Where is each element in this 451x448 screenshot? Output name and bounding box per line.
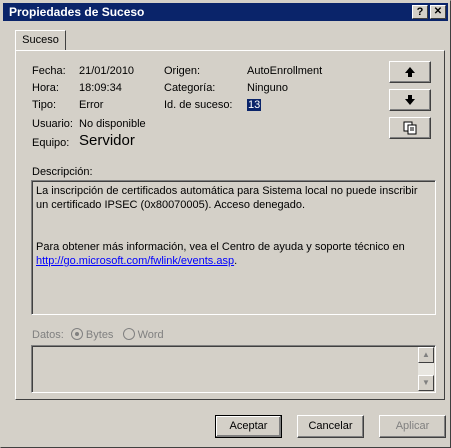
hora-value: 18:09:34 (79, 82, 122, 94)
equipo-label: Equipo: (32, 137, 70, 149)
fecha-label: Fecha: (32, 65, 66, 77)
usuario-value: No disponible (79, 118, 146, 130)
id-suceso-label: Id. de suceso: (164, 99, 233, 111)
data-options-row: Datos: Bytes Word (32, 328, 164, 341)
tipo-value: Error (79, 99, 104, 111)
description-box[interactable]: La inscripción de certificados automátic… (31, 180, 436, 315)
accept-button[interactable]: Aceptar (215, 415, 282, 438)
previous-event-button[interactable] (389, 61, 431, 83)
link-suffix: . (234, 255, 238, 267)
categoria-value: Ninguno (247, 82, 288, 94)
window-title: Propiedades de Suceso (9, 5, 145, 19)
next-event-button[interactable] (389, 89, 431, 111)
id-suceso-value[interactable]: 13 (247, 99, 262, 111)
description-link-row: http://go.microsoft.com/fwlink/events.as… (36, 254, 429, 268)
help-button[interactable]: ? (412, 5, 428, 19)
equipo-value: Servidor (79, 132, 135, 149)
arrow-up-icon (405, 67, 415, 77)
scroll-up-button[interactable]: ▲ (418, 347, 434, 363)
bytes-option-label: Bytes (85, 329, 114, 341)
description-text: La inscripción de certificados automátic… (36, 184, 429, 268)
word-radio[interactable] (122, 328, 135, 341)
word-option-label: Word (137, 329, 164, 341)
title-bar[interactable]: Propiedades de Suceso ? ✕ (3, 3, 448, 21)
data-scrollbar[interactable]: ▲ ▼ (418, 347, 434, 391)
description-line-2: Para obtener más información, vea el Cen… (36, 241, 405, 253)
hora-label: Hora: (32, 82, 59, 94)
data-label: Datos: (32, 329, 64, 341)
apply-button[interactable]: Aplicar (379, 415, 446, 438)
description-label: Descripción: (32, 166, 93, 178)
copy-icon (403, 121, 417, 135)
copy-button[interactable] (389, 117, 431, 139)
tab-suceso[interactable]: Suceso (15, 30, 66, 51)
bytes-radio[interactable] (70, 328, 83, 341)
origen-value: AutoEnrollment (247, 65, 323, 77)
categoria-label: Categoría: (164, 82, 216, 94)
scroll-down-button[interactable]: ▼ (418, 375, 434, 391)
help-link[interactable]: http://go.microsoft.com/fwlink/events.as… (36, 255, 234, 267)
usuario-label: Usuario: (32, 118, 73, 130)
origen-label: Origen: (164, 65, 201, 77)
cancel-button[interactable]: Cancelar (297, 415, 364, 438)
tipo-label: Tipo: (32, 99, 57, 111)
description-line-1: La inscripción de certificados automátic… (36, 185, 418, 211)
data-box[interactable]: ▲ ▼ (31, 345, 436, 393)
close-button[interactable]: ✕ (430, 5, 446, 19)
arrow-down-icon (405, 95, 415, 105)
fecha-value: 21/01/2010 (79, 65, 135, 77)
event-properties-window: Propiedades de Suceso ? ✕ Suceso Fecha: … (0, 0, 451, 448)
